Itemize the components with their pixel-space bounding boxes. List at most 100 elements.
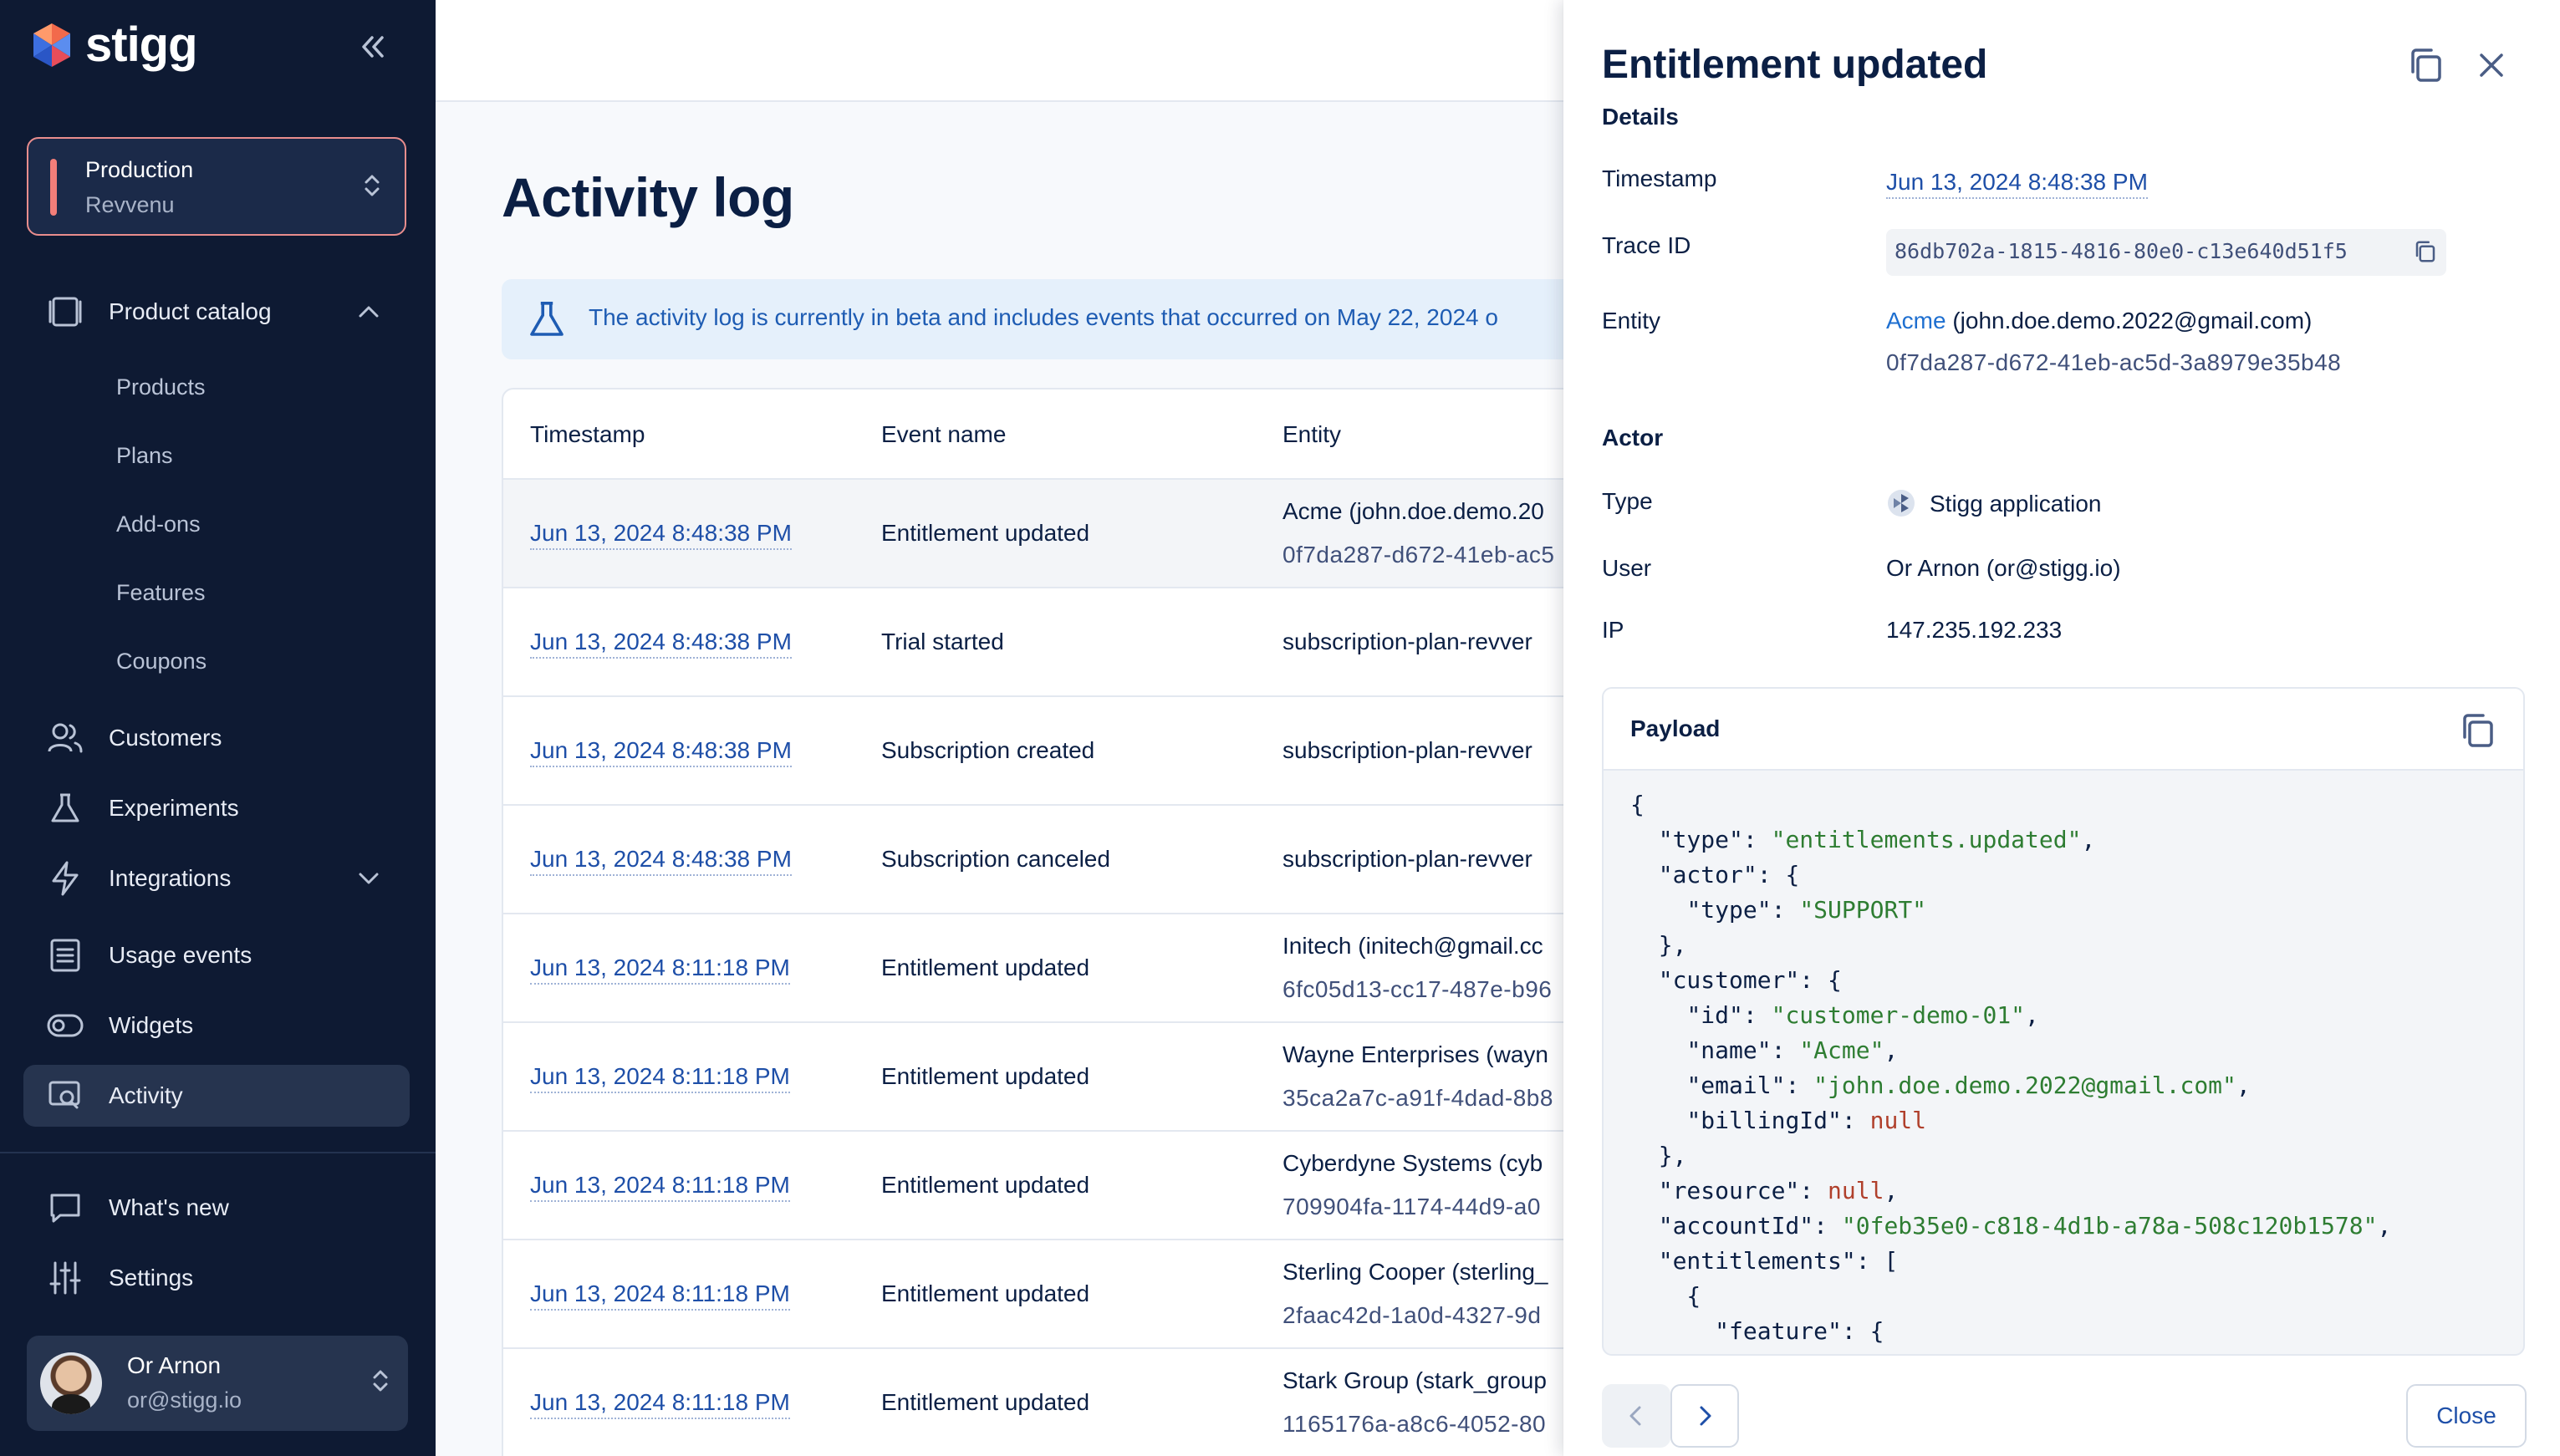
table-row[interactable]: Jun 13, 2024 8:48:38 PM Subscription can… (503, 806, 1587, 914)
payload-line: "billingId": null (1686, 1107, 1927, 1134)
nav-experiments[interactable]: Experiments (23, 777, 410, 839)
table-row[interactable]: Jun 13, 2024 8:11:18 PM Entitlement upda… (503, 1349, 1587, 1456)
cell-timestamp[interactable]: Jun 13, 2024 8:11:18 PM (530, 1280, 790, 1311)
nav-product-catalog[interactable]: Product catalog (23, 281, 410, 343)
nav-label: Activity (109, 1082, 183, 1108)
nav-sub-features[interactable]: Features (116, 580, 206, 606)
timestamp-label: Timestamp (1602, 165, 1717, 191)
close-icon (2480, 53, 2503, 77)
previous-event-button[interactable] (1602, 1384, 1670, 1448)
close-drawer-button[interactable] (2475, 48, 2508, 86)
flask-icon (530, 302, 564, 336)
cell-entity-id: 6fc05d13-cc17-487e-b96 (1283, 976, 1553, 1002)
toggle-icon (43, 1004, 87, 1047)
nav-whats-new[interactable]: What's new (23, 1177, 410, 1239)
next-event-button[interactable] (1670, 1384, 1739, 1448)
payload-line: "actor": { (1658, 861, 1800, 888)
timestamp-value[interactable]: Jun 13, 2024 8:48:38 PM (1886, 169, 2148, 199)
stigg-app-icon (1888, 490, 1915, 517)
copy-event-button[interactable] (2406, 45, 2446, 89)
nav-label: Usage events (109, 942, 252, 968)
payload-header: Payload (1604, 689, 2523, 771)
cell-event-name: Entitlement updated (881, 1389, 1090, 1415)
payload-line: "type": "entitlements.updated", (1658, 826, 2096, 853)
entity-email: (john.doe.demo.2022@gmail.com) (1952, 308, 2313, 333)
payload-json: { "type": "entitlements.updated", "actor… (1630, 787, 2391, 1349)
ip-value: 147.235.192.233 (1886, 617, 2063, 643)
nav-sub-products[interactable]: Products (116, 374, 206, 400)
details-heading: Details (1602, 104, 1679, 130)
cell-timestamp[interactable]: Jun 13, 2024 8:11:18 PM (530, 1063, 790, 1093)
table-row[interactable]: Jun 13, 2024 8:11:18 PM Entitlement upda… (503, 1240, 1587, 1349)
table-row[interactable]: Jun 13, 2024 8:48:38 PM Trial started su… (503, 588, 1587, 697)
cell-entity: Stark Group (stark_group (1283, 1367, 1547, 1393)
user-menu[interactable]: Or Arnon or@stigg.io (27, 1336, 408, 1431)
user-email: or@stigg.io (127, 1387, 242, 1413)
drawer-title: Entitlement updated (1602, 43, 1988, 87)
cell-entity: Initech (initech@gmail.cc (1283, 933, 1543, 959)
double-chevron-left-icon (362, 36, 384, 58)
payload-line: { (1630, 791, 1645, 818)
type-value-wrap: Stigg application (1886, 488, 2101, 518)
cell-timestamp[interactable]: Jun 13, 2024 8:11:18 PM (530, 955, 790, 985)
column-header-event-name[interactable]: Event name (881, 421, 1006, 448)
payload-line: }, (1630, 931, 1687, 959)
copy-icon[interactable] (2413, 239, 2438, 264)
cell-entity-id: 0f7da287-d672-41eb-ac5 (1283, 542, 1555, 568)
payload-line: "accountId": "0feb35e0-c818-4d1b-a78a-50… (1658, 1212, 2392, 1240)
entity-link[interactable]: Acme (1886, 308, 1946, 333)
column-header-timestamp[interactable]: Timestamp (530, 421, 645, 448)
close-button[interactable]: Close (2406, 1384, 2527, 1448)
nav-sub-coupons[interactable]: Coupons (116, 649, 207, 675)
table-row[interactable]: Jun 13, 2024 8:48:38 PM Entitlement upda… (503, 480, 1587, 588)
nav-sub-addons[interactable]: Add-ons (116, 512, 201, 537)
payload-line: "id": "customer-demo-01", (1686, 1001, 2039, 1029)
activity-icon (43, 1074, 87, 1117)
table-row[interactable]: Jun 13, 2024 8:11:18 PM Entitlement upda… (503, 914, 1587, 1023)
table-row[interactable]: Jun 13, 2024 8:11:18 PM Entitlement upda… (503, 1132, 1587, 1240)
environment-selector[interactable]: Production Revvenu (27, 137, 406, 236)
payload-line: "resource": null, (1658, 1177, 1899, 1204)
nav-settings[interactable]: Settings (23, 1247, 410, 1309)
cell-event-name: Entitlement updated (881, 1280, 1090, 1306)
payload-line: "feature": { (1715, 1317, 1884, 1345)
nav-label: Integrations (109, 865, 232, 891)
nav-usage-events[interactable]: Usage events (23, 924, 410, 986)
payload-line: "name": "Acme", (1686, 1036, 1899, 1064)
copy-payload-button[interactable] (2458, 710, 2498, 755)
cell-entity: Cyberdyne Systems (cyb (1283, 1150, 1543, 1176)
cell-entity: Sterling Cooper (sterling_ (1283, 1259, 1548, 1285)
column-header-entity[interactable]: Entity (1283, 421, 1341, 448)
cell-timestamp[interactable]: Jun 13, 2024 8:48:38 PM (530, 737, 792, 767)
cell-event-name: Entitlement updated (881, 1063, 1090, 1089)
payload-title: Payload (1630, 715, 1721, 741)
cell-entity: subscription-plan-revver (1283, 846, 1532, 872)
environment-color-bar (50, 159, 57, 216)
brand-logo[interactable]: stigg (27, 20, 198, 70)
sidebar-divider (0, 1152, 436, 1153)
user-name: Or Arnon (127, 1352, 222, 1378)
chevron-up-icon (359, 306, 379, 318)
nav-sub-plans[interactable]: Plans (116, 443, 173, 469)
collapse-sidebar-button[interactable] (349, 25, 396, 69)
table-row[interactable]: Jun 13, 2024 8:48:38 PM Subscription cre… (503, 697, 1587, 806)
table-row[interactable]: Jun 13, 2024 8:11:18 PM Entitlement upda… (503, 1023, 1587, 1132)
cell-timestamp[interactable]: Jun 13, 2024 8:11:18 PM (530, 1389, 790, 1419)
type-label: Type (1602, 488, 1653, 514)
cell-timestamp[interactable]: Jun 13, 2024 8:48:38 PM (530, 520, 792, 550)
cell-timestamp[interactable]: Jun 13, 2024 8:48:38 PM (530, 629, 792, 659)
nav-widgets[interactable]: Widgets (23, 995, 410, 1056)
user-label: User (1602, 555, 1652, 581)
chevron-down-icon (359, 873, 379, 884)
nav-activity[interactable]: Activity (23, 1065, 410, 1127)
copy-icon (2411, 48, 2441, 82)
cell-entity: subscription-plan-revver (1283, 629, 1532, 654)
nav-label: Experiments (109, 795, 239, 821)
payload-box: Payload { "type": "entitlements.updated"… (1602, 687, 2525, 1356)
cell-timestamp[interactable]: Jun 13, 2024 8:11:18 PM (530, 1172, 790, 1202)
nav-integrations[interactable]: Integrations (23, 848, 410, 909)
cell-entity-id: 35ca2a7c-a91f-4dad-8b8 (1283, 1085, 1553, 1111)
cell-timestamp[interactable]: Jun 13, 2024 8:48:38 PM (530, 846, 792, 876)
nav-customers[interactable]: Customers (23, 707, 410, 769)
payload-line: "email": "john.doe.demo.2022@gmail.com", (1686, 1072, 2251, 1099)
